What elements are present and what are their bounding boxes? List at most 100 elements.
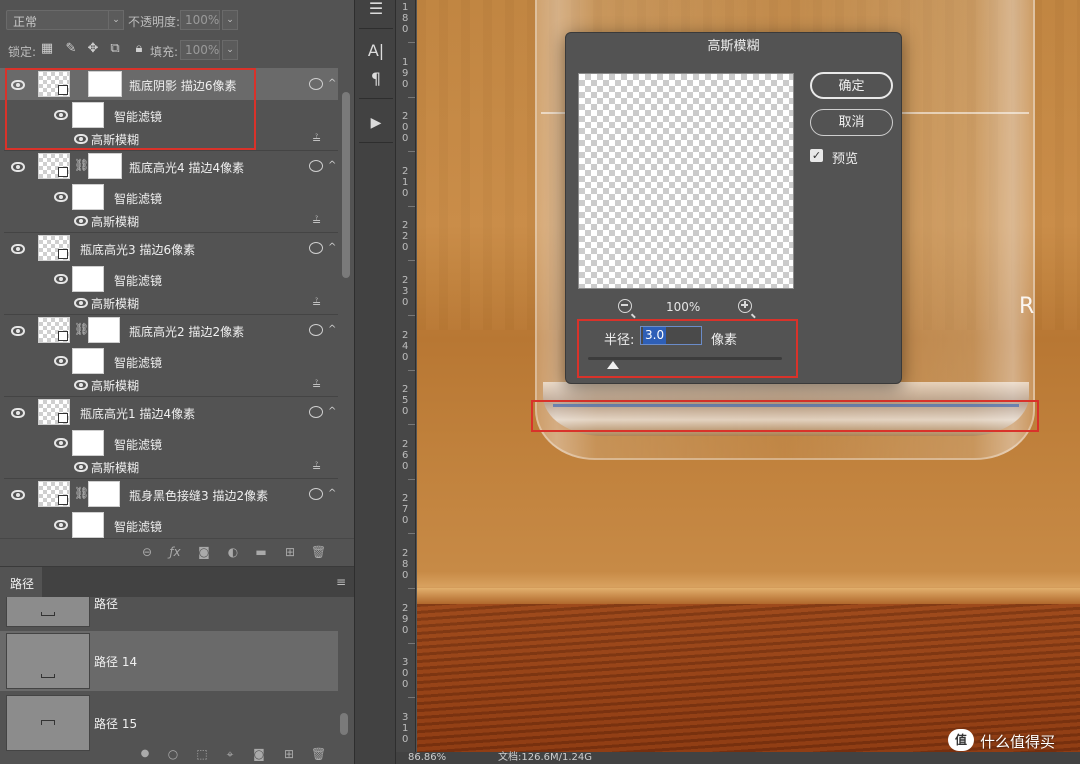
layers-scrollbar[interactable]	[342, 92, 350, 278]
path-mask-icon[interactable]: ◙	[252, 747, 266, 761]
layer-row-5[interactable]: ⛓︎ 瓶身黑色接缝3 描边2像素 ^	[0, 479, 338, 509]
path-row-15[interactable]: 路径 15	[0, 693, 338, 753]
lock-brush-icon[interactable]: ✎	[64, 42, 78, 56]
play-icon[interactable]: ▶	[359, 110, 393, 136]
preview-pane[interactable]	[578, 73, 794, 289]
smart-filter-icon[interactable]	[309, 488, 323, 500]
caret-up-icon[interactable]: ^	[328, 324, 336, 335]
chain-link-icon[interactable]: ⛓︎	[74, 158, 89, 172]
filter-row-3[interactable]: 高斯模糊 ≟	[0, 374, 338, 396]
opacity-dropdown[interactable]: ⌄	[222, 10, 238, 30]
visibility-eye-icon[interactable]	[11, 244, 25, 254]
chain-link-icon[interactable]: ⛓︎	[74, 322, 89, 336]
filter-options-icon[interactable]: ≟	[312, 133, 321, 146]
layer-mask-thumbnail[interactable]	[88, 481, 120, 507]
smart-filter-icon[interactable]	[309, 242, 323, 254]
smart-filter-row-4[interactable]: 智能滤镜	[0, 428, 338, 458]
fill-field[interactable]: 100%	[180, 40, 220, 60]
filter-row-1[interactable]: 高斯模糊 ≟	[0, 210, 338, 232]
preview-checkbox[interactable]: ✓	[810, 149, 823, 162]
new-path-icon[interactable]: ⊞	[282, 747, 296, 761]
fill-dropdown[interactable]: ⌄	[222, 40, 238, 60]
cancel-button[interactable]: 取消	[810, 109, 893, 136]
filter-options-icon[interactable]: ≟	[312, 379, 321, 392]
caret-up-icon[interactable]: ^	[328, 78, 336, 89]
character-icon[interactable]: A|	[359, 38, 393, 64]
folder-icon[interactable]: ▬	[254, 545, 268, 559]
visibility-eye-icon[interactable]	[54, 274, 68, 284]
smart-filter-icon[interactable]	[309, 78, 323, 90]
link-icon[interactable]: ⊖	[140, 545, 154, 559]
trash-icon[interactable]: 🗑︎	[311, 545, 326, 559]
mask-icon[interactable]: ◙	[197, 545, 211, 559]
fx-icon[interactable]: ƒx	[168, 545, 182, 559]
work-path-icon[interactable]: ⌖	[223, 747, 237, 761]
filter-options-icon[interactable]: ≟	[312, 215, 321, 228]
zoom-out-icon[interactable]	[618, 299, 632, 313]
filter-row-4[interactable]: 高斯模糊 ≟	[0, 456, 338, 478]
blend-mode-select[interactable]: 正常	[6, 10, 124, 30]
smart-filter-row-1[interactable]: 智能滤镜	[0, 182, 338, 212]
layer-row-3[interactable]: ⛓︎ 瓶底高光2 描边2像素 ^	[0, 315, 338, 345]
new-layer-icon[interactable]: ⊞	[283, 545, 297, 559]
caret-up-icon[interactable]: ^	[328, 406, 336, 417]
visibility-eye-icon[interactable]	[74, 380, 88, 390]
vertical-ruler[interactable]: 180 190 200 210 220 230 240 250 260 270 280 290 300 3…	[396, 0, 416, 752]
path-row-partial[interactable]: 路径	[0, 597, 338, 629]
visibility-eye-icon[interactable]	[11, 326, 25, 336]
fill-path-icon[interactable]: ●	[138, 747, 152, 761]
status-zoom[interactable]: 86.86%	[408, 752, 446, 764]
filter-mask-thumbnail[interactable]	[72, 266, 104, 292]
panel-menu-icon[interactable]: ≡	[336, 575, 346, 589]
paths-scrollbar[interactable]	[340, 713, 348, 735]
trash-icon[interactable]: 🗑︎	[311, 747, 326, 761]
smart-filter-icon[interactable]	[309, 324, 323, 336]
chain-link-icon[interactable]: ⛓︎	[74, 486, 89, 500]
opacity-field[interactable]: 100%	[180, 10, 220, 30]
visibility-eye-icon[interactable]	[74, 298, 88, 308]
lock-artboard-icon[interactable]: ⧉	[108, 42, 122, 56]
paragraph-icon[interactable]: ¶	[359, 66, 393, 92]
caret-up-icon[interactable]: ^	[328, 242, 336, 253]
lock-all-icon[interactable]: 🔒︎	[132, 42, 146, 56]
smart-filter-icon[interactable]	[309, 160, 323, 172]
smart-filter-row-2[interactable]: 智能滤镜	[0, 264, 338, 294]
visibility-eye-icon[interactable]	[54, 192, 68, 202]
load-selection-icon[interactable]: ⬚	[195, 747, 209, 761]
layer-row-2[interactable]: 瓶底高光3 描边6像素 ^	[0, 233, 338, 263]
adjust-icon[interactable]: ☰	[359, 0, 393, 22]
visibility-eye-icon[interactable]	[11, 490, 25, 500]
smart-filter-row-3[interactable]: 智能滤镜	[0, 346, 338, 376]
zoom-in-icon[interactable]	[738, 299, 752, 313]
filter-mask-thumbnail[interactable]	[72, 512, 104, 538]
filter-options-icon[interactable]: ≟	[312, 461, 321, 474]
tab-paths[interactable]: 路径	[0, 567, 42, 597]
filter-row-2[interactable]: 高斯模糊 ≟	[0, 292, 338, 314]
filter-mask-thumbnail[interactable]	[72, 348, 104, 374]
smart-filter-row-5[interactable]: 智能滤镜	[0, 510, 338, 538]
lock-move-icon[interactable]: ✥	[86, 42, 100, 56]
layer-row-1[interactable]: ⛓︎ 瓶底高光4 描边4像素 ^	[0, 151, 338, 181]
visibility-eye-icon[interactable]	[54, 520, 68, 530]
caret-up-icon[interactable]: ^	[328, 160, 336, 171]
path-row-14[interactable]: 路径 14	[0, 631, 338, 691]
visibility-eye-icon[interactable]	[74, 462, 88, 472]
layer-mask-thumbnail[interactable]	[88, 153, 122, 179]
filter-mask-thumbnail[interactable]	[72, 430, 104, 456]
visibility-eye-icon[interactable]	[74, 216, 88, 226]
caret-up-icon[interactable]: ^	[328, 488, 336, 499]
ok-button[interactable]: 确定	[810, 72, 893, 99]
filter-options-icon[interactable]: ≟	[312, 297, 321, 310]
visibility-eye-icon[interactable]	[54, 438, 68, 448]
blend-mode-dropdown[interactable]: ⌄	[108, 10, 124, 30]
smart-filter-icon[interactable]	[309, 406, 323, 418]
lock-transparent-icon[interactable]: ▦	[40, 42, 54, 56]
visibility-eye-icon[interactable]	[11, 162, 25, 172]
visibility-eye-icon[interactable]	[54, 356, 68, 366]
adjustment-icon[interactable]: ◐	[226, 545, 240, 559]
layer-mask-thumbnail[interactable]	[88, 317, 120, 343]
filter-mask-thumbnail[interactable]	[72, 184, 104, 210]
stroke-path-icon[interactable]: ○	[166, 747, 180, 761]
layer-row-4[interactable]: 瓶底高光1 描边4像素 ^	[0, 397, 338, 427]
visibility-eye-icon[interactable]	[11, 408, 25, 418]
